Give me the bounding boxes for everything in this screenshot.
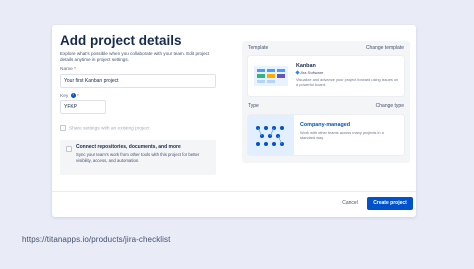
project-key-input[interactable] bbox=[60, 100, 106, 114]
project-name-input[interactable] bbox=[60, 74, 216, 88]
type-card[interactable]: Company-managed Work with other teams ac… bbox=[248, 115, 404, 155]
template-product: Jira Software bbox=[295, 70, 324, 76]
connect-description: Sync your team's work from other tools w… bbox=[76, 152, 200, 163]
kanban-illustration bbox=[254, 66, 288, 86]
dialog-title: Add project details bbox=[60, 33, 182, 48]
type-description: Work with other teams across many projec… bbox=[300, 130, 384, 140]
required-marker: * bbox=[76, 93, 79, 99]
name-label-text: Name bbox=[60, 67, 73, 72]
change-template-link[interactable]: Change template bbox=[366, 45, 404, 51]
create-project-dialog: Add project details Explore what's possi… bbox=[52, 25, 416, 217]
cancel-button[interactable]: Cancel bbox=[335, 197, 365, 210]
project-settings-panel: Template Change template Kanban Jira Sof… bbox=[242, 41, 410, 163]
connect-checkbox[interactable] bbox=[66, 146, 72, 152]
template-header: Template bbox=[248, 45, 269, 51]
connect-tools-panel: Connect repositories, documents, and mor… bbox=[60, 140, 216, 175]
footer-divider bbox=[52, 191, 416, 192]
help-icon[interactable]: ? bbox=[70, 93, 76, 98]
template-name: Kanban bbox=[296, 63, 316, 69]
type-header: Type bbox=[248, 103, 259, 109]
source-url: https://titanapps.io/products/jira-check… bbox=[22, 235, 171, 244]
change-type-link[interactable]: Change type bbox=[376, 103, 404, 109]
required-marker: * bbox=[74, 67, 77, 72]
jira-icon bbox=[295, 70, 300, 76]
create-project-button[interactable]: Create project bbox=[367, 197, 413, 210]
key-label: Key ? * bbox=[60, 93, 79, 99]
company-managed-illustration bbox=[248, 115, 294, 155]
connect-title: Connect repositories, documents, and mor… bbox=[76, 144, 181, 150]
template-description: Visualize and advance your project forwa… bbox=[296, 77, 399, 87]
key-label-text: Key bbox=[60, 93, 69, 99]
checkbox-icon[interactable] bbox=[60, 125, 66, 131]
name-label: Name * bbox=[60, 67, 76, 72]
template-product-label: Jira Software bbox=[300, 70, 324, 75]
team-network-icon bbox=[256, 126, 284, 146]
dialog-description: Explore what's possible when you collabo… bbox=[60, 51, 210, 62]
type-name: Company-managed bbox=[300, 122, 351, 128]
template-card[interactable]: Kanban Jira Software Visualize and advan… bbox=[248, 56, 404, 96]
share-settings-label: Share settings with an existing project bbox=[69, 126, 150, 132]
share-settings-option[interactable]: Share settings with an existing project bbox=[60, 125, 150, 131]
